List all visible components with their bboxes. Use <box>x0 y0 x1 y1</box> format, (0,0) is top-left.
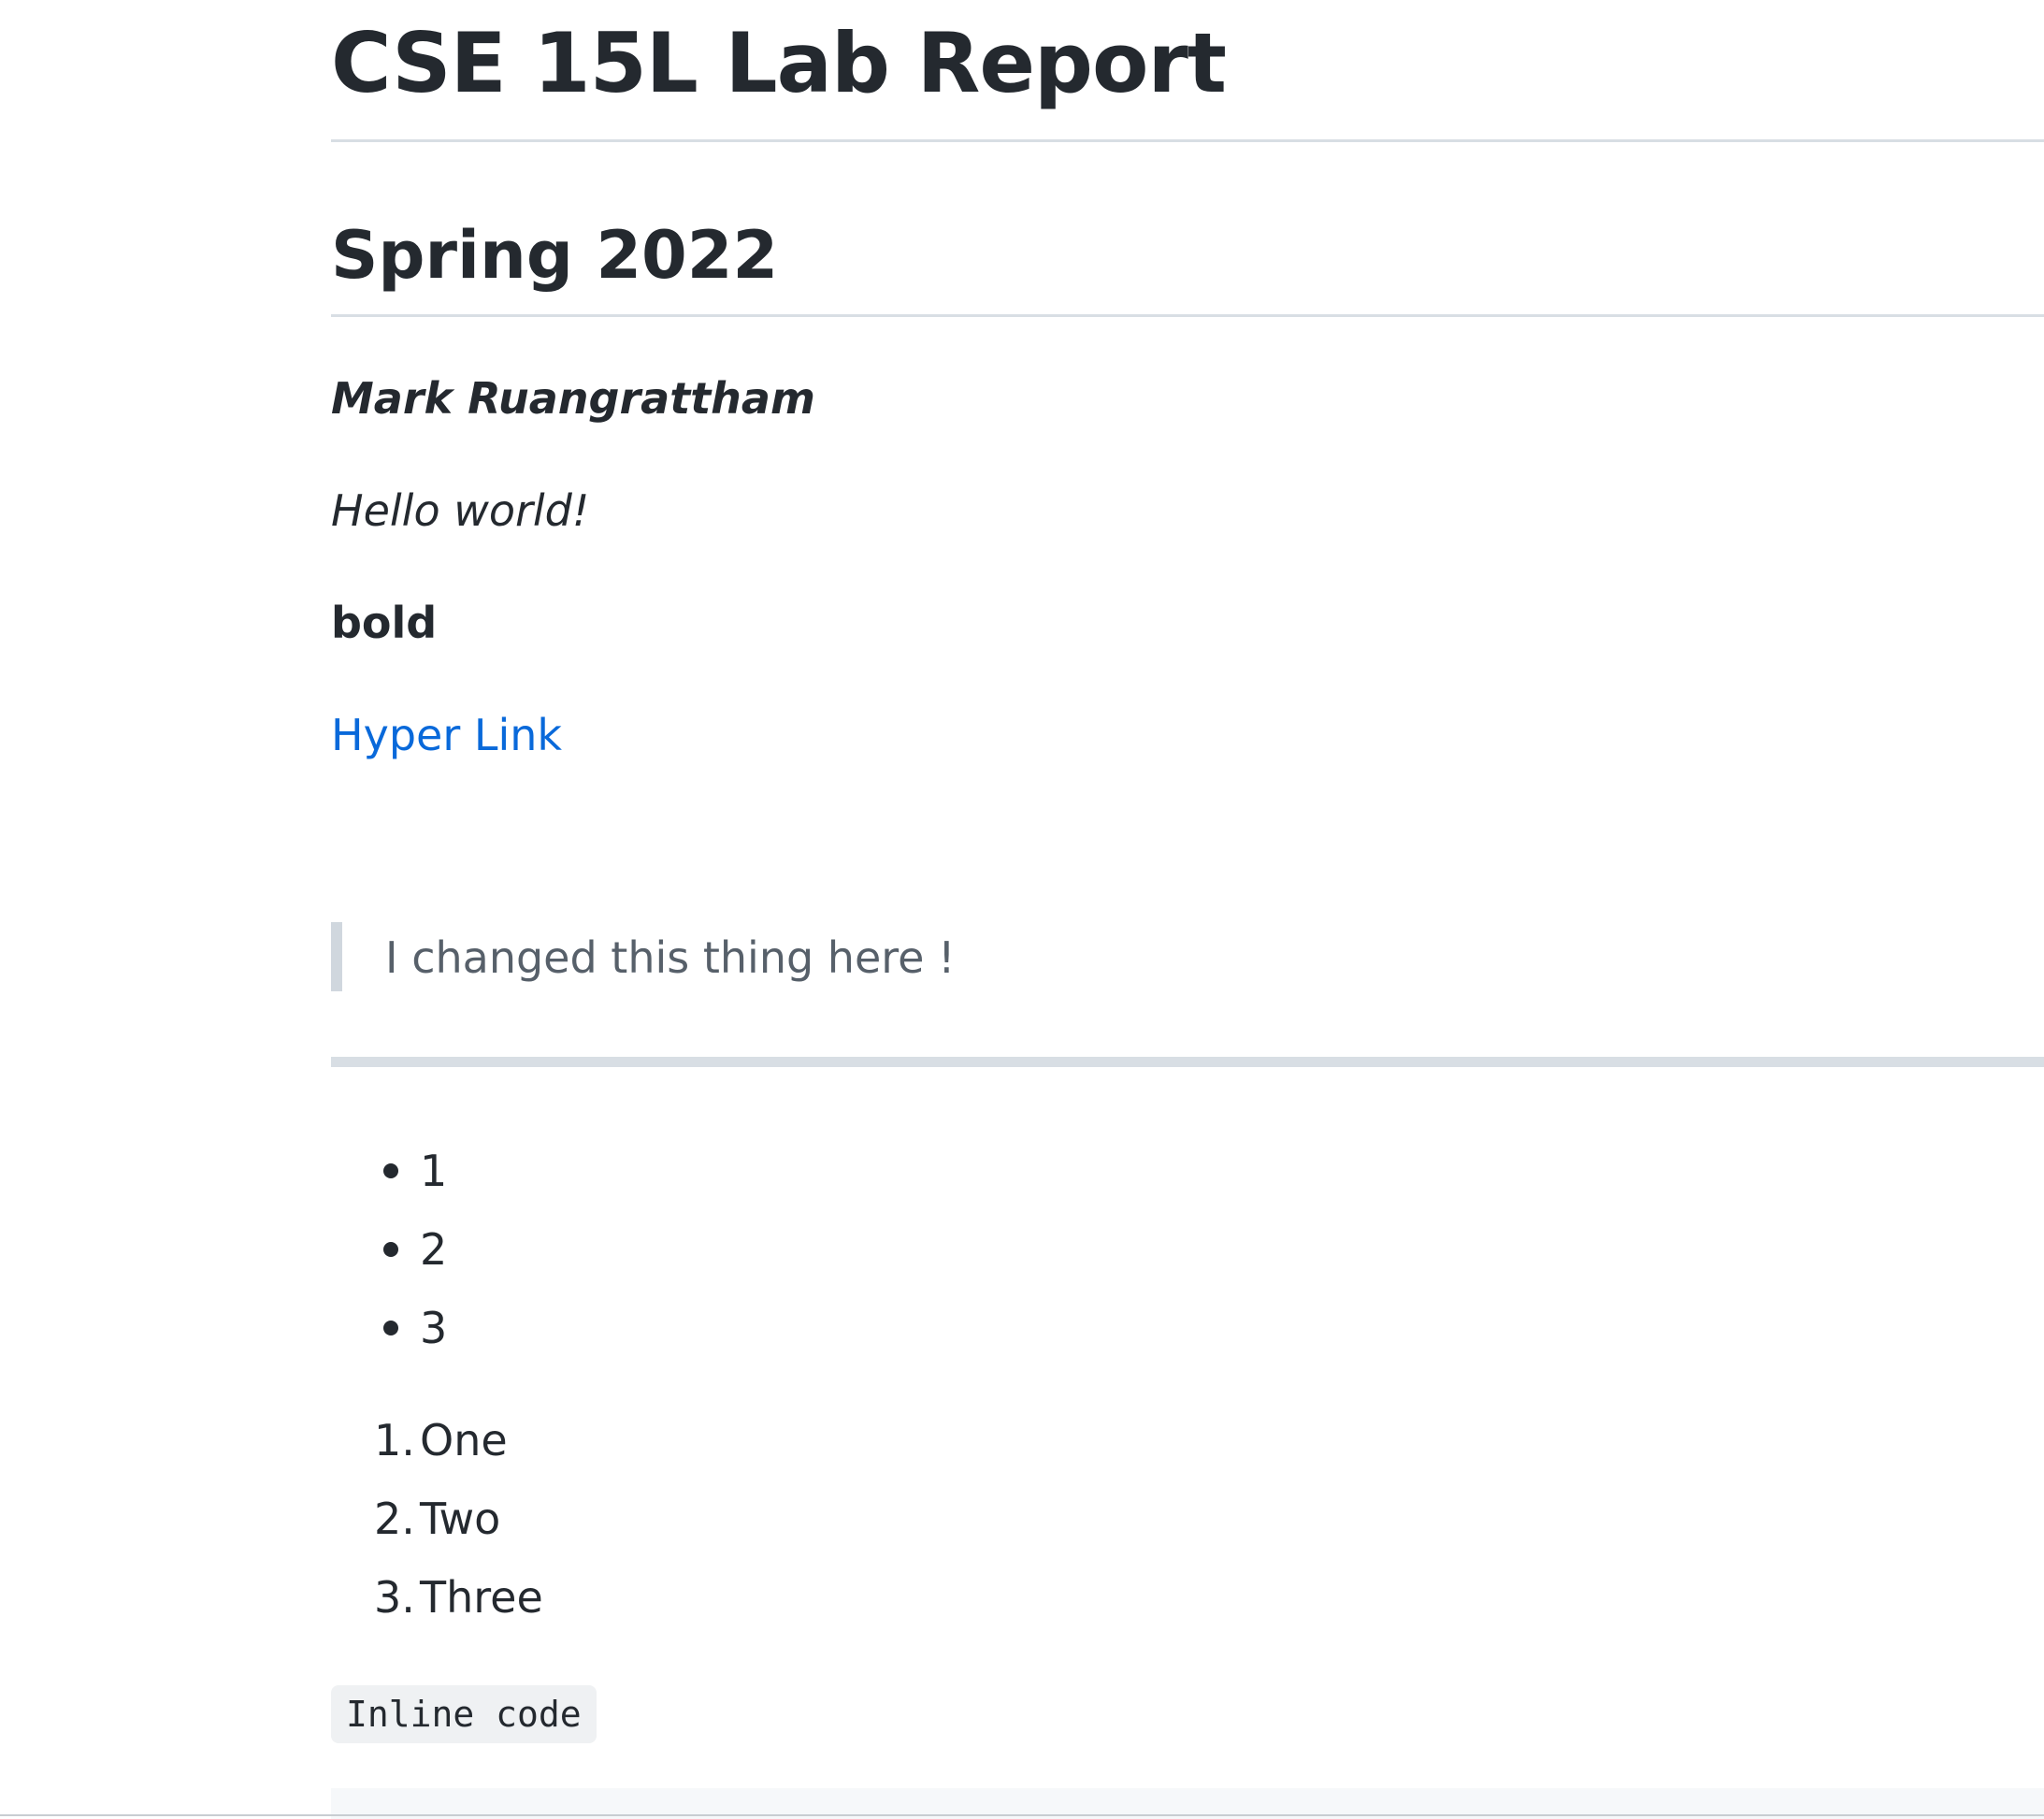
list-item-label: Two <box>420 1494 501 1544</box>
bold-text: bold <box>331 598 438 648</box>
blockquote-text: I changed this thing here ! <box>385 932 956 983</box>
list-item-label: Three <box>420 1572 543 1623</box>
list-item-label: One <box>420 1415 508 1465</box>
inline-code: Inline code <box>331 1685 597 1743</box>
list-item-number: 1. <box>374 1415 415 1465</box>
page-title: CSE 15L Lab Report <box>331 15 1227 111</box>
bullet-icon <box>383 1242 398 1257</box>
list-item-label: 2 <box>420 1224 448 1275</box>
viewport-bottom-border <box>0 1814 2044 1816</box>
title-divider <box>331 139 2044 142</box>
list-item-label: 3 <box>420 1303 448 1353</box>
section-divider <box>331 314 2044 317</box>
hyper-link[interactable]: Hyper Link <box>331 707 562 763</box>
italic-text: Hello world! <box>331 485 590 536</box>
author-name: Mark Ruangrattham <box>331 373 815 424</box>
list-item-number: 2. <box>374 1494 415 1544</box>
list-item-label: 1 <box>420 1146 448 1196</box>
section-heading: Spring 2022 <box>331 217 779 294</box>
bullet-icon <box>383 1163 398 1178</box>
list-item-number: 3. <box>374 1572 415 1623</box>
bullet-icon <box>383 1321 398 1335</box>
blockquote-bar <box>331 922 342 991</box>
horizontal-rule <box>331 1057 2044 1067</box>
